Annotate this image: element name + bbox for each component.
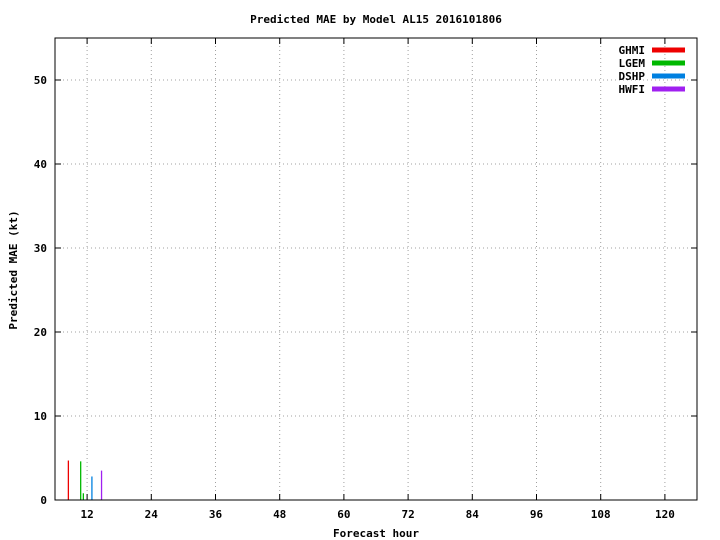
y-axis: 0 10 20 30 40 50	[34, 74, 697, 507]
legend: GHMILGEMDSHPHWFI	[619, 44, 685, 96]
x-tick-label: 60	[337, 508, 350, 521]
x-tick-label: 84	[466, 508, 480, 521]
legend-label-ghmi: GHMI	[619, 44, 646, 57]
legend-label-lgem: LGEM	[619, 57, 646, 70]
x-axis: 12 24 36 48 60 72 84 96 108 120	[80, 38, 675, 521]
bars	[67, 460, 103, 500]
y-tick-label: 50	[34, 74, 47, 87]
y-axis-label: Predicted MAE (kt)	[7, 210, 20, 329]
x-tick-label: 72	[401, 508, 414, 521]
x-tick-label: 12	[80, 508, 93, 521]
x-tick-label: 120	[655, 508, 675, 521]
legend-label-dshp: DSHP	[619, 70, 646, 83]
x-tick-label: 96	[530, 508, 544, 521]
y-tick-label: 40	[34, 158, 47, 171]
x-tick-label: 108	[591, 508, 611, 521]
y-tick-label: 0	[40, 494, 47, 507]
y-tick-label: 30	[34, 242, 47, 255]
chart-title: Predicted MAE by Model AL15 2016101806	[250, 13, 502, 26]
y-tick-label: 10	[34, 410, 47, 423]
legend-label-hwfi: HWFI	[619, 83, 646, 96]
x-tick-label: 48	[273, 508, 286, 521]
x-tick-label: 36	[209, 508, 223, 521]
chart: Predicted MAE by Model AL15 2016101806 0…	[7, 13, 698, 540]
grid	[55, 38, 697, 500]
legend-swatch-lgem	[652, 60, 685, 66]
y-tick-label: 20	[34, 326, 47, 339]
legend-swatch-ghmi	[652, 47, 685, 53]
legend-swatch-hwfi	[652, 86, 685, 92]
x-tick-label: 24	[145, 508, 159, 521]
x-axis-label: Forecast hour	[333, 527, 419, 540]
legend-swatch-dshp	[652, 73, 685, 79]
